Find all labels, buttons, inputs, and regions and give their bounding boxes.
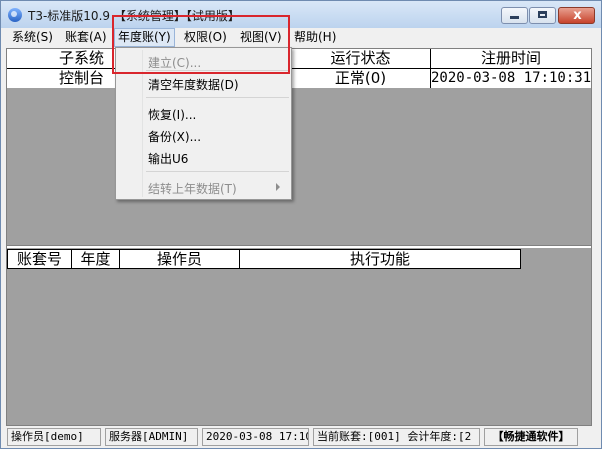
col-header-year[interactable]: 年度 [72,249,120,269]
submenu-arrow-icon [276,183,280,191]
menu-account-set[interactable]: 账套(A) [65,28,107,47]
col-header-status[interactable]: 运行状态 [291,49,431,68]
col-header-operator[interactable]: 操作员 [120,249,240,269]
cell-register-time[interactable]: 2020-03-08 17:10:31 [431,68,591,88]
app-icon [8,8,22,22]
cell-status[interactable]: 正常(0) [291,68,431,88]
menu-bar: 系统(S) 账套(A) 年度账(Y) 权限(O) 视图(V) 帮助(H) [1,28,601,47]
title-bar: T3-标准版10.9 【系统管理】【试用版】 x [1,1,601,28]
status-server: 服务器[ADMIN] [105,428,198,446]
minimize-icon [510,16,519,19]
status-bar: 操作员[demo] 服务器[ADMIN] 2020-03-08 17:10 当前… [1,426,601,448]
col-header-function[interactable]: 执行功能 [240,249,521,269]
close-button[interactable]: x [558,7,595,24]
menu-item-backup[interactable]: 备份(X)... [148,128,201,145]
col-header-register-time[interactable]: 注册时间 [431,49,591,68]
col-header-account-no[interactable]: 账套号 [7,249,72,269]
status-datetime: 2020-03-08 17:10 [202,428,309,446]
status-account: 当前账套:[001] 会计年度:[2 [313,428,480,446]
minimize-button[interactable] [501,7,528,24]
menu-item-carry-forward[interactable]: 结转上年数据(T) [148,180,237,197]
client-area: 子系统 站点 运行状态 注册时间 控制台 正常(0) 2020-03-08 17… [6,48,592,426]
maximize-button[interactable] [529,7,556,24]
menu-item-restore[interactable]: 恢复(I)... [148,106,196,123]
menu-item-clear-year-data[interactable]: 清空年度数据(D) [148,76,239,93]
status-operator: 操作员[demo] [7,428,101,446]
menu-item-export-u6[interactable]: 输出U6 [148,150,188,167]
close-icon: x [573,8,582,23]
menu-separator [146,171,289,172]
status-brand: 【畅捷通软件】 [484,428,578,446]
main-window: T3-标准版10.9 【系统管理】【试用版】 x 系统(S) 账套(A) 年度账… [0,0,602,449]
menu-help[interactable]: 帮助(H) [294,28,336,47]
highlight-box [112,15,290,74]
maximize-icon [538,11,547,18]
pane-splitter[interactable] [7,245,591,248]
app-title: T3-标准版10.9 [28,9,111,23]
menu-separator [146,97,289,98]
menu-system[interactable]: 系统(S) [12,28,53,47]
